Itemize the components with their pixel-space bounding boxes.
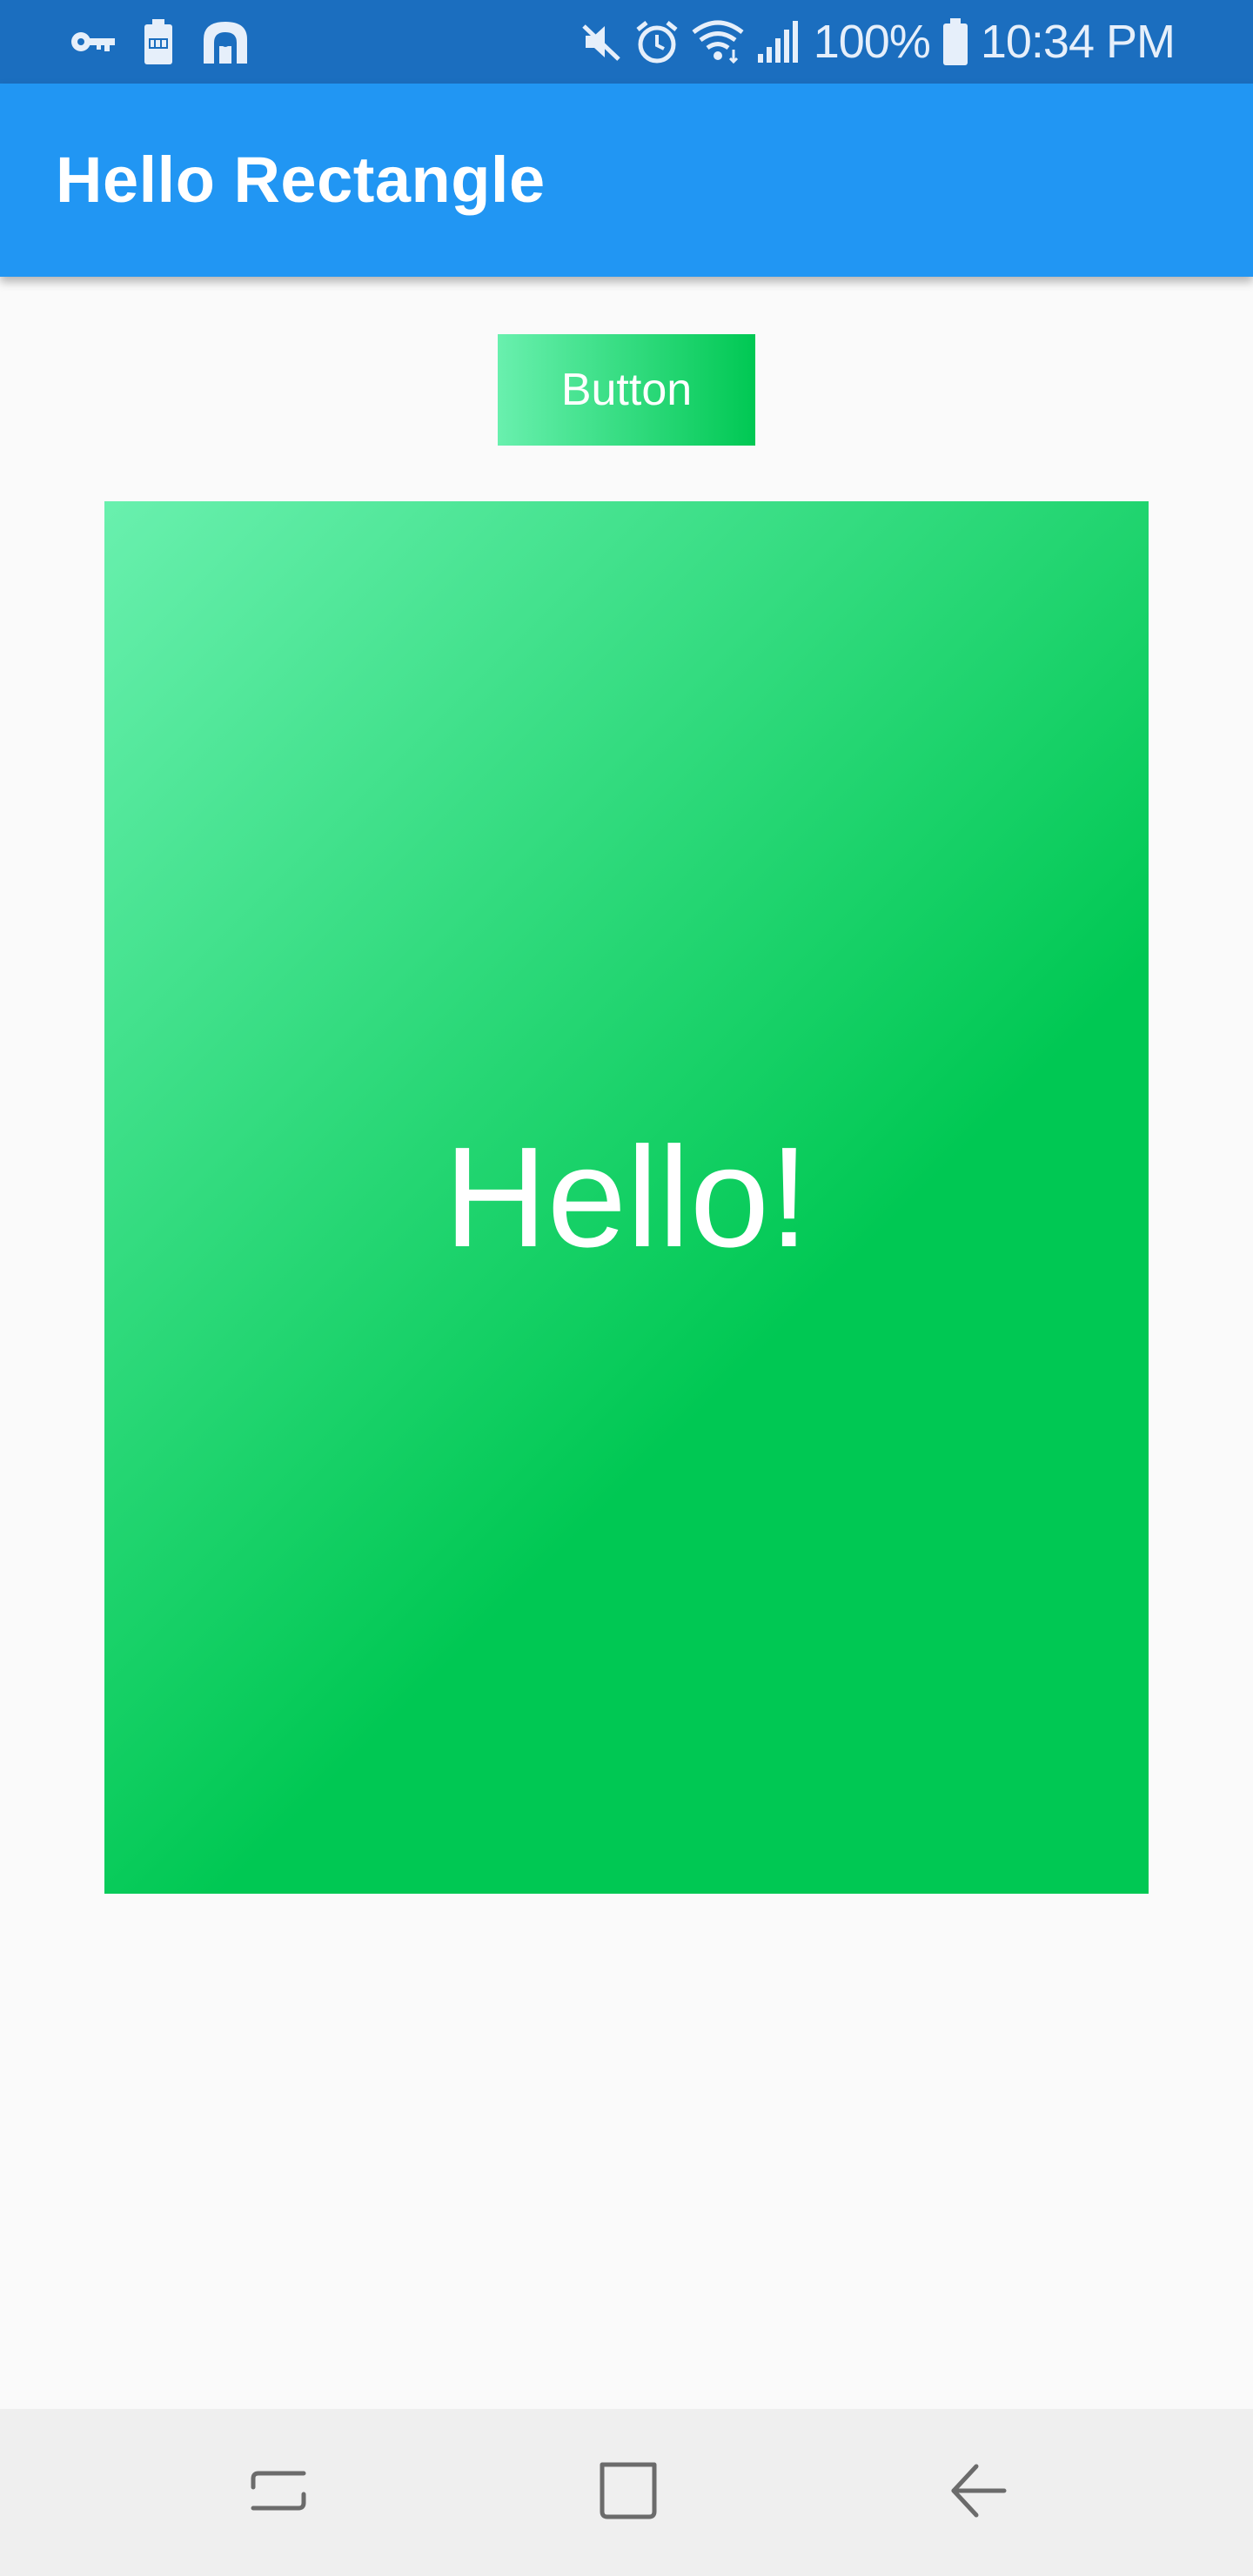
app-bar: Hello Rectangle [0,84,1253,277]
arch-app-icon [200,14,251,70]
battery-icon [942,14,968,70]
recents-button[interactable] [191,2409,365,2576]
gradient-button[interactable]: Button [498,334,755,446]
navigation-bar [0,2409,1253,2576]
mute-icon [580,14,622,70]
back-button[interactable] [891,2409,1065,2576]
hello-rectangle: Hello! [104,501,1149,1894]
alarm-icon [634,14,680,70]
recents-icon [248,2459,309,2526]
status-left-icons [70,0,251,84]
page-title: Hello Rectangle [56,144,546,216]
home-icon [597,2459,660,2526]
status-right-area: 100% 10:34 PM [580,0,1176,84]
signal-icon [756,14,801,70]
status-bar: 100% 10:34 PM [0,0,1253,84]
wifi-icon [692,14,744,70]
home-button[interactable] [541,2409,715,2576]
clock-time: 10:34 PM [980,16,1176,68]
gradient-button-label: Button [560,365,693,415]
battery-percent: 100% [813,16,931,68]
battery-saver-icon [143,14,174,70]
hello-text: Hello! [444,1117,809,1277]
key-icon [70,14,117,70]
back-icon [947,2459,1009,2526]
